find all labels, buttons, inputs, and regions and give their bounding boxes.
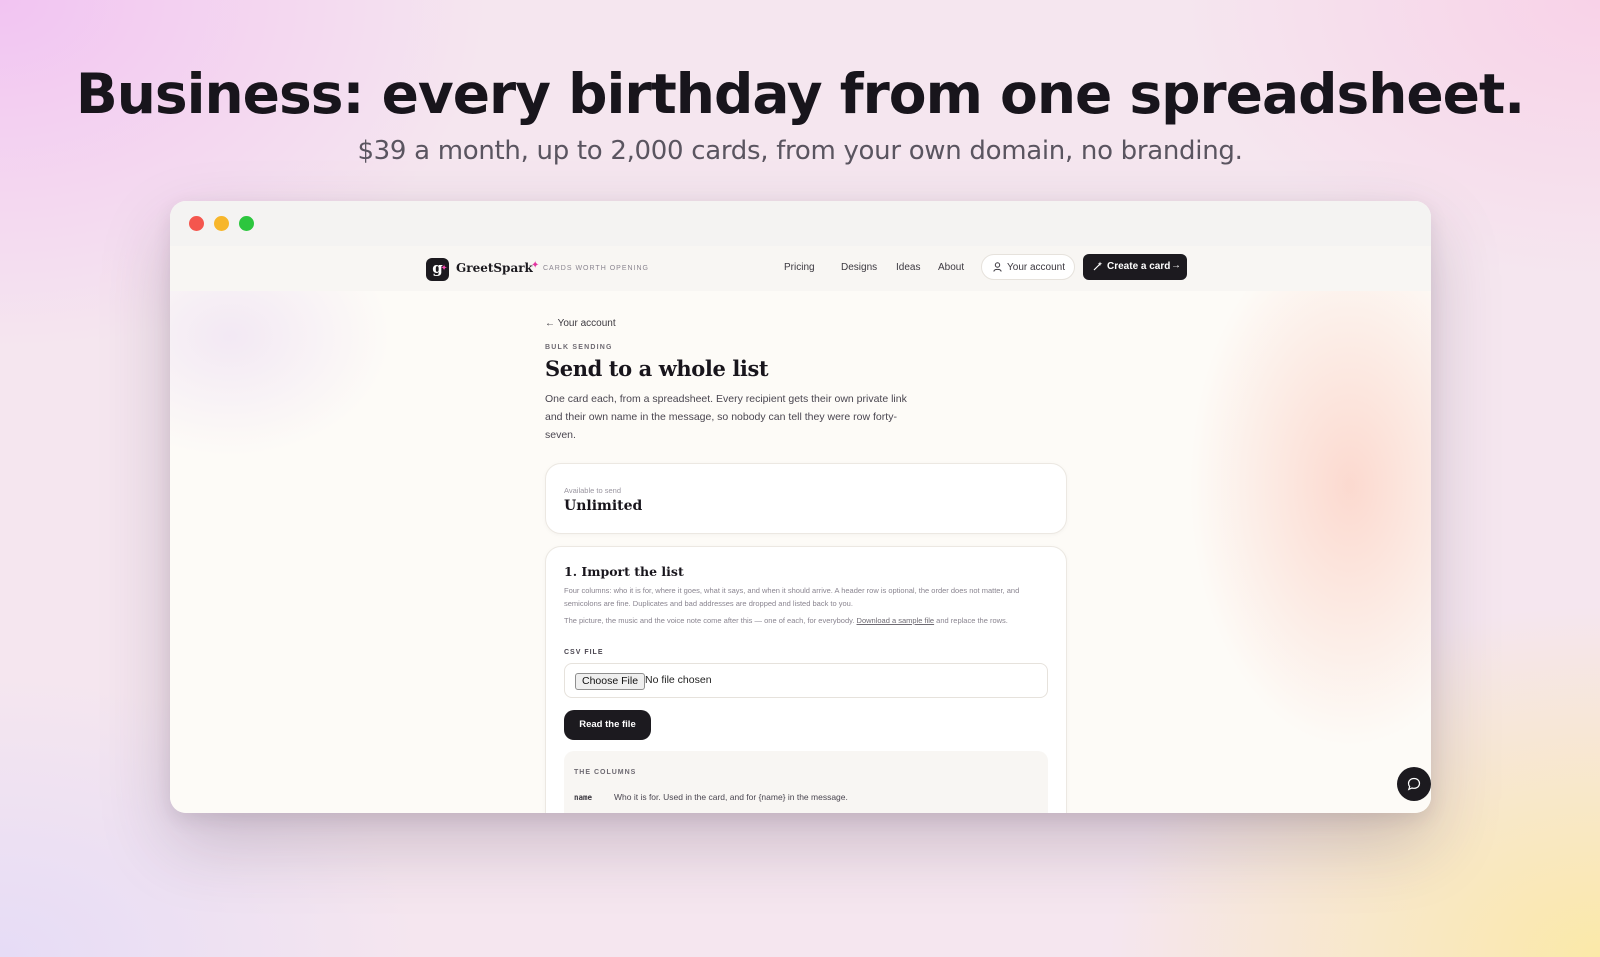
window-titlebar — [170, 201, 1431, 246]
your-account-label: Your account — [1007, 262, 1066, 273]
media-note-tail: and replace the rows. — [936, 616, 1008, 625]
read-file-button[interactable]: Read the file — [564, 710, 651, 740]
page-intro: One card each, from a spreadsheet. Every… — [545, 393, 907, 441]
maximize-window-button[interactable] — [239, 216, 254, 231]
minimize-window-button[interactable] — [214, 216, 229, 231]
import-list-card: 1. Import the list Four columns: who it … — [545, 546, 1067, 813]
column-description: Who it is for. Used in the card, and for… — [614, 792, 848, 802]
magic-wand-icon — [1093, 261, 1103, 274]
availability-card: Available to send Unlimited — [545, 463, 1067, 534]
import-media-note: The picture, the music and the voice not… — [564, 614, 1048, 627]
hero-subtitle: $39 a month, up to 2,000 cards, from you… — [357, 136, 1243, 166]
close-window-button[interactable] — [189, 216, 204, 231]
nav-link-about[interactable]: About — [938, 262, 964, 273]
media-note-text: The picture, the music and the voice not… — [564, 616, 855, 625]
choose-file-button[interactable]: Choose File — [575, 673, 646, 690]
file-status: No file chosen — [645, 674, 712, 686]
page-eyebrow: BULK SENDING — [545, 344, 613, 351]
column-key: name — [574, 793, 593, 802]
your-account-button[interactable]: Your account — [981, 254, 1075, 280]
csv-file-input[interactable]: Choose File No file chosen — [564, 663, 1048, 698]
user-icon — [993, 262, 1002, 275]
availability-label: Available to send — [564, 486, 621, 495]
page-content: g ✦ GreetSpark ✦ CARDS WORTH OPENING Pri… — [170, 246, 1431, 813]
back-to-account-link[interactable]: ← Your account — [545, 318, 616, 329]
chat-button[interactable] — [1397, 767, 1431, 801]
create-card-label: Create a card — [1107, 261, 1171, 272]
columns-title: THE COLUMNS — [574, 769, 637, 776]
brand-tagline: CARDS WORTH OPENING — [543, 265, 649, 272]
browser-window: g ✦ GreetSpark ✦ CARDS WORTH OPENING Pri… — [170, 201, 1431, 813]
nav-link-pricing[interactable]: Pricing — [784, 262, 815, 273]
columns-reference: THE COLUMNS name Who it is for. Used in … — [564, 751, 1048, 813]
sparkle-icon: ✦ — [441, 263, 447, 272]
create-card-button[interactable]: Create a card → — [1083, 254, 1187, 280]
arrow-right-icon: → — [1171, 260, 1181, 271]
logo[interactable]: g ✦ — [426, 258, 449, 281]
download-sample-link[interactable]: Download a sample file — [857, 616, 935, 625]
sparkle-icon: ✦ — [531, 260, 540, 271]
csv-file-label: CSV FILE — [564, 649, 604, 656]
import-description: Four columns: who it is for, where it go… — [564, 586, 1020, 608]
hero-title: Business: every birthday from one spread… — [75, 62, 1525, 126]
availability-value: Unlimited — [564, 498, 643, 514]
nav-link-ideas[interactable]: Ideas — [896, 262, 920, 273]
nav-link-designs[interactable]: Designs — [841, 262, 877, 273]
import-section-title: 1. Import the list — [564, 564, 684, 579]
brand-name[interactable]: GreetSpark — [456, 261, 533, 275]
page-title: Send to a whole list — [545, 356, 769, 381]
